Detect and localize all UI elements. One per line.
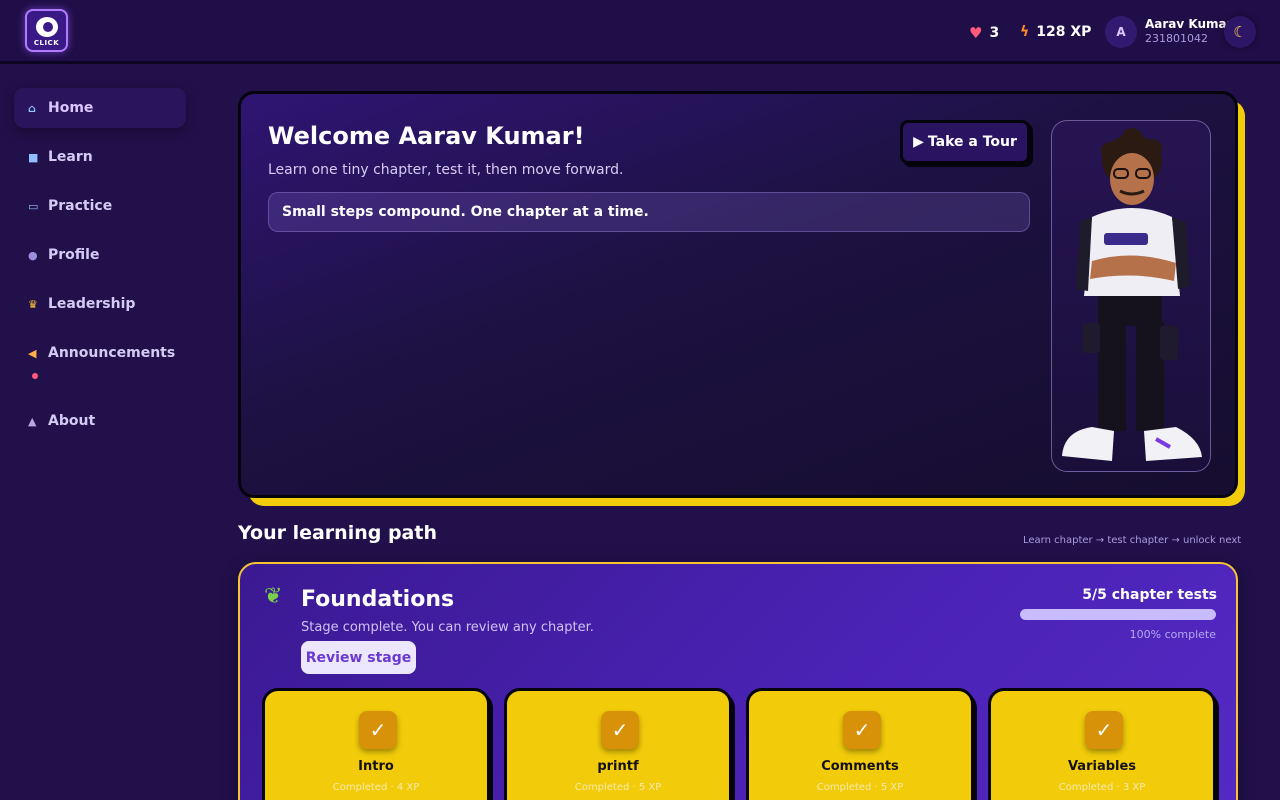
review-stage-button[interactable]: Review stage (301, 641, 416, 674)
sidebar-item-home[interactable]: ⌂ Home (14, 88, 186, 128)
mascot-card (1051, 120, 1211, 472)
book-icon: ■ (28, 150, 39, 164)
notification-dot (32, 373, 38, 379)
chapter-meta: Completed · 5 XP (574, 782, 662, 793)
progress-bar-fill (1020, 609, 1216, 620)
heart-icon: ♥ (969, 24, 983, 42)
stage-card-foundations: ❦ Foundations Stage complete. You can re… (238, 562, 1238, 800)
checkmark-icon: ✓ (1085, 711, 1123, 749)
trophy-icon: ♛ (28, 297, 38, 311)
sidebar-item-label: Leadership (48, 296, 136, 312)
sidebar-nav: ⌂ Home ■ Learn ▭ Practice ● Profile ♛ Le… (14, 88, 186, 450)
sidebar-item-label: Learn (48, 149, 93, 165)
app-logo[interactable]: CLICK (25, 9, 68, 52)
moon-icon: ☾ (1233, 23, 1247, 41)
sidebar-item-leadership[interactable]: ♛ Leadership (14, 284, 186, 324)
laptop-icon: ▭ (28, 199, 39, 213)
hearts-value: 3 (989, 25, 1000, 41)
progress-percent: 100% complete (1129, 628, 1216, 641)
person-icon: ● (28, 248, 38, 262)
sidebar-item-label: About (48, 413, 96, 429)
learning-path-hint: Learn chapter → test chapter → unlock ne… (1023, 535, 1242, 546)
sidebar-item-label: Practice (48, 198, 113, 214)
chapter-name: printf (597, 759, 639, 774)
xp-value: 128 XP (1036, 24, 1092, 40)
tour-button-label: Take a Tour (927, 134, 1017, 150)
page-title: Welcome Aarav Kumar! (268, 122, 585, 150)
chapter-card-comments[interactable]: ✓ Comments Completed · 5 XP (746, 688, 974, 800)
logo-text: CLICK (33, 38, 60, 47)
learning-path-title: Your learning path (238, 522, 437, 544)
house-icon: ⌂ (28, 101, 36, 115)
checkmark-icon: ✓ (359, 711, 397, 749)
xp-counter: ϟ 128 XP (1020, 24, 1091, 40)
take-a-tour-button[interactable]: ▶ Take a Tour (900, 120, 1030, 164)
chapter-name: Comments (821, 759, 899, 774)
chapter-card-intro[interactable]: ✓ Intro Completed · 4 XP (262, 688, 490, 800)
progress-label: 5/5 chapter tests (1082, 587, 1217, 603)
stage-title: Foundations (301, 587, 455, 612)
sidebar-item-label: Announcements (48, 345, 176, 361)
mascot-character-illustration (1062, 128, 1202, 461)
checkmark-icon: ✓ (601, 711, 639, 749)
hearts-counter: ♥ 3 (969, 24, 999, 42)
chapter-name: Variables (1067, 759, 1137, 774)
chapter-meta: Completed · 4 XP (332, 782, 420, 793)
sidebar-item-profile[interactable]: ● Profile (14, 235, 186, 275)
chapter-meta: Completed · 5 XP (816, 782, 904, 793)
chapter-card-variables[interactable]: ✓ Variables Completed · 3 XP (988, 688, 1216, 800)
user-name: Aarav Kumar (1145, 17, 1233, 31)
hero-subtitle: Learn one tiny chapter, test it, then mo… (268, 162, 624, 178)
chapter-card-printf[interactable]: ✓ printf Completed · 5 XP (504, 688, 732, 800)
chapter-name: Intro (358, 759, 394, 774)
stage-subtitle: Stage complete. You can review any chapt… (301, 620, 594, 635)
sidebar-item-about[interactable]: ▲ About (14, 401, 186, 441)
theme-toggle-button[interactable]: ☾ (1224, 16, 1256, 48)
sidebar-item-learn[interactable]: ■ Learn (14, 137, 186, 177)
sidebar-item-practice[interactable]: ▭ Practice (14, 186, 186, 226)
logo-glyph-icon (35, 16, 58, 37)
avatar[interactable]: A (1105, 16, 1137, 48)
welcome-hero: Welcome Aarav Kumar! Learn one tiny chap… (238, 91, 1238, 498)
megaphone-icon: ◀ (28, 346, 37, 360)
sidebar-item-label: Profile (48, 247, 100, 263)
sidebar-item-label: Home (48, 100, 94, 116)
lightning-icon: ϟ (1020, 24, 1030, 40)
progress-bar (1020, 609, 1216, 620)
sprout-icon: ❦ (264, 584, 283, 609)
graduation-cap-icon: ▲ (28, 414, 37, 428)
top-bar: CLICK ♥ 3 ϟ 128 XP A Aarav Kumar 2318010… (0, 0, 1280, 64)
checkmark-icon: ✓ (843, 711, 881, 749)
chapter-meta: Completed · 3 XP (1058, 782, 1146, 793)
user-id: 231801042 (1145, 32, 1208, 45)
sidebar-item-announcements[interactable]: ◀ Announcements (14, 333, 186, 379)
play-icon: ▶ (913, 134, 924, 150)
motivation-quote: Small steps compound. One chapter at a t… (268, 192, 1030, 232)
